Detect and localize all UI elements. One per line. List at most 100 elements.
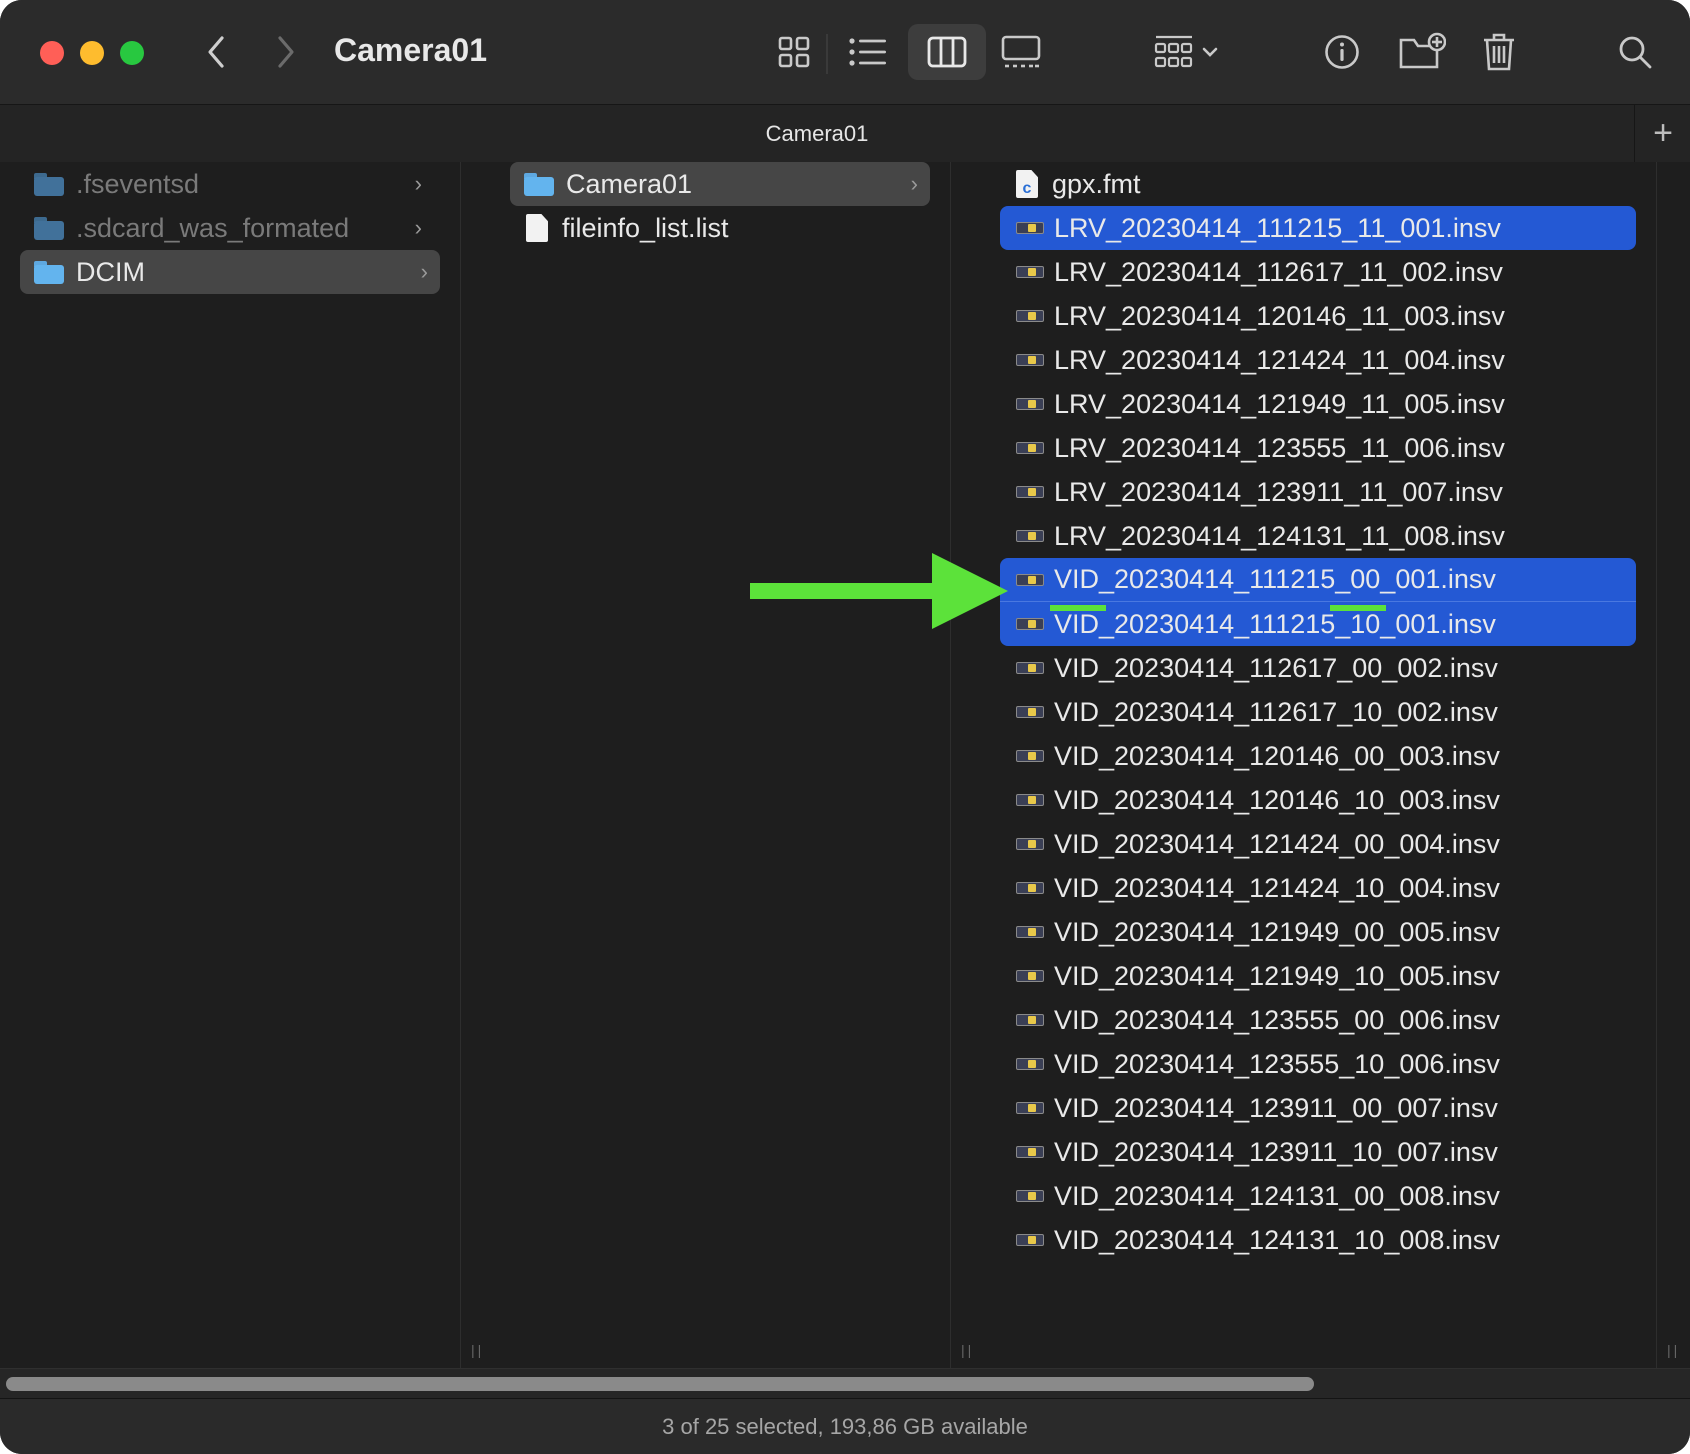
list-item-dcim[interactable]: DCIM › xyxy=(20,250,440,294)
search-button[interactable] xyxy=(1612,30,1658,74)
list-item-fileinfo[interactable]: fileinfo_list.list xyxy=(526,206,926,250)
item-label: VID_20230414_112617_10_002.insv xyxy=(1054,696,1498,727)
item-label: VID_20230414_121949_10_005.insv xyxy=(1054,960,1500,991)
column-resize-handle[interactable]: || xyxy=(460,162,492,1368)
folder-icon xyxy=(524,172,554,196)
list-item[interactable]: c gpx.fmt xyxy=(1000,162,1636,206)
list-item[interactable]: VID_20230414_124131_10_008.insv xyxy=(1000,1218,1636,1262)
list-item[interactable]: VID_20230414_112617_10_002.insv xyxy=(1000,690,1636,734)
chevron-right-icon: › xyxy=(910,171,918,196)
list-item[interactable]: LRV_20230414_123911_11_007.insv xyxy=(1000,470,1636,514)
new-folder-icon xyxy=(1399,32,1446,69)
close-window-button[interactable] xyxy=(40,41,64,65)
back-button[interactable] xyxy=(196,30,236,74)
video-file-icon xyxy=(1016,704,1044,720)
toolbar: Camera01 xyxy=(0,0,1690,104)
back-icon xyxy=(208,36,224,68)
item-label: VID_20230414_120146_00_003.insv xyxy=(1054,740,1500,771)
new-folder-button[interactable] xyxy=(1396,28,1448,76)
video-file-icon xyxy=(1016,924,1044,940)
item-label: VID_20230414_121424_10_004.insv xyxy=(1054,872,1500,903)
list-item[interactable]: VID_20230414_123555_10_006.insv xyxy=(1000,1042,1636,1086)
list-item[interactable]: LRV_20230414_123555_11_006.insv xyxy=(1000,426,1636,470)
forward-icon xyxy=(278,36,294,68)
item-label: VID_20230414_124131_00_008.insv xyxy=(1054,1180,1500,1211)
video-file-icon xyxy=(1016,1188,1044,1204)
video-file-icon xyxy=(1016,880,1044,896)
list-item[interactable]: VID_20230414_121949_00_005.insv xyxy=(1000,910,1636,954)
list-item[interactable]: VID_20230414_111215_00_001.insv xyxy=(1000,558,1636,602)
video-file-icon xyxy=(1016,1056,1044,1072)
list-item[interactable]: LRV_20230414_121424_11_004.insv xyxy=(1000,338,1636,382)
item-label: VID_20230414_111215_10_001.insv xyxy=(1054,608,1496,639)
list-item[interactable]: LRV_20230414_120146_11_003.insv xyxy=(1000,294,1636,338)
list-item[interactable]: LRV_20230414_124131_11_008.insv xyxy=(1000,514,1636,558)
zoom-window-button[interactable] xyxy=(120,41,144,65)
list-item[interactable]: VID_20230414_121424_00_004.insv xyxy=(1000,822,1636,866)
item-label: VID_20230414_121949_00_005.insv xyxy=(1054,916,1500,947)
item-label: VID_20230414_124131_10_008.insv xyxy=(1054,1224,1500,1255)
item-label: VID_20230414_123911_00_007.insv xyxy=(1054,1092,1498,1123)
list-view-button[interactable] xyxy=(843,30,893,74)
gallery-view-button[interactable] xyxy=(998,30,1044,74)
video-file-icon xyxy=(1016,440,1044,456)
icon-view-icon xyxy=(778,36,810,68)
list-item-sdcard-was-formated[interactable]: .sdcard_was_formated › xyxy=(34,206,434,250)
new-tab-button[interactable]: + xyxy=(1634,105,1690,162)
list-item[interactable]: VID_20230414_124131_00_008.insv xyxy=(1000,1174,1636,1218)
video-file-icon xyxy=(1016,968,1044,984)
column-resize-handle[interactable]: || xyxy=(1656,162,1690,1368)
list-item[interactable]: VID_20230414_123911_00_007.insv xyxy=(1000,1086,1636,1130)
list-item-fseventsd[interactable]: .fseventsd › xyxy=(34,162,434,206)
tab-camera01[interactable]: Camera01 xyxy=(0,121,1634,147)
item-label: LRV_20230414_121949_11_005.insv xyxy=(1054,388,1505,419)
video-file-icon xyxy=(1016,1012,1044,1028)
scrollbar-thumb[interactable] xyxy=(6,1377,1314,1391)
delete-button[interactable] xyxy=(1478,28,1520,76)
folder-icon xyxy=(34,216,64,240)
list-view-icon xyxy=(849,38,886,66)
list-item[interactable]: VID_20230414_120146_10_003.insv xyxy=(1000,778,1636,822)
info-button[interactable] xyxy=(1320,30,1364,74)
group-by-button[interactable] xyxy=(1148,30,1224,74)
window-title: Camera01 xyxy=(334,32,487,68)
item-label: Camera01 xyxy=(566,168,693,199)
minimize-window-button[interactable] xyxy=(80,41,104,65)
list-item[interactable]: VID_20230414_121949_10_005.insv xyxy=(1000,954,1636,998)
gallery-view-icon xyxy=(1001,35,1041,68)
video-file-icon xyxy=(1016,1232,1044,1248)
list-item[interactable]: VID_20230414_123555_00_006.insv xyxy=(1000,998,1636,1042)
status-text: 3 of 25 selected, 193,86 GB available xyxy=(662,1414,1028,1439)
item-label: VID_20230414_123555_10_006.insv xyxy=(1054,1048,1500,1079)
document-icon xyxy=(526,214,548,242)
list-item[interactable]: LRV_20230414_112617_11_002.insv xyxy=(1000,250,1636,294)
column-resize-handle[interactable]: || xyxy=(950,162,982,1368)
list-item[interactable]: LRV_20230414_111215_11_001.insv xyxy=(1000,206,1636,250)
list-item[interactable]: VID_20230414_123911_10_007.insv xyxy=(1000,1130,1636,1174)
column-view-icon xyxy=(927,36,967,68)
list-item-camera01[interactable]: Camera01 › xyxy=(510,162,930,206)
video-file-icon xyxy=(1016,572,1044,588)
item-label: LRV_20230414_123911_11_007.insv xyxy=(1054,476,1503,507)
forward-button[interactable] xyxy=(266,30,306,74)
icon-view-button[interactable] xyxy=(772,30,816,74)
list-item[interactable]: VID_20230414_112617_00_002.insv xyxy=(1000,646,1636,690)
list-item[interactable]: VID_20230414_120146_00_003.insv xyxy=(1000,734,1636,778)
annotation-underline xyxy=(1050,605,1106,611)
item-label: VID_20230414_121424_00_004.insv xyxy=(1054,828,1500,859)
item-label: VID_20230414_112617_00_002.insv xyxy=(1054,652,1498,683)
item-label: LRV_20230414_124131_11_008.insv xyxy=(1054,520,1505,551)
item-label: VID_20230414_120146_10_003.insv xyxy=(1054,784,1500,815)
chevron-right-icon: › xyxy=(420,259,428,284)
status-bar: 3 of 25 selected, 193,86 GB available xyxy=(0,1398,1690,1454)
folder-icon xyxy=(34,172,64,196)
item-label: VID_20230414_123911_10_007.insv xyxy=(1054,1136,1498,1167)
video-file-icon xyxy=(1016,220,1044,236)
item-label: VID_20230414_123555_00_006.insv xyxy=(1054,1004,1500,1035)
list-item[interactable]: LRV_20230414_121949_11_005.insv xyxy=(1000,382,1636,426)
tab-bar: Camera01 + xyxy=(0,104,1690,163)
c-source-file-icon: c xyxy=(1016,170,1038,198)
list-item[interactable]: VID_20230414_121424_10_004.insv xyxy=(1000,866,1636,910)
item-label: .fseventsd xyxy=(76,168,200,199)
video-file-icon xyxy=(1016,1100,1044,1116)
